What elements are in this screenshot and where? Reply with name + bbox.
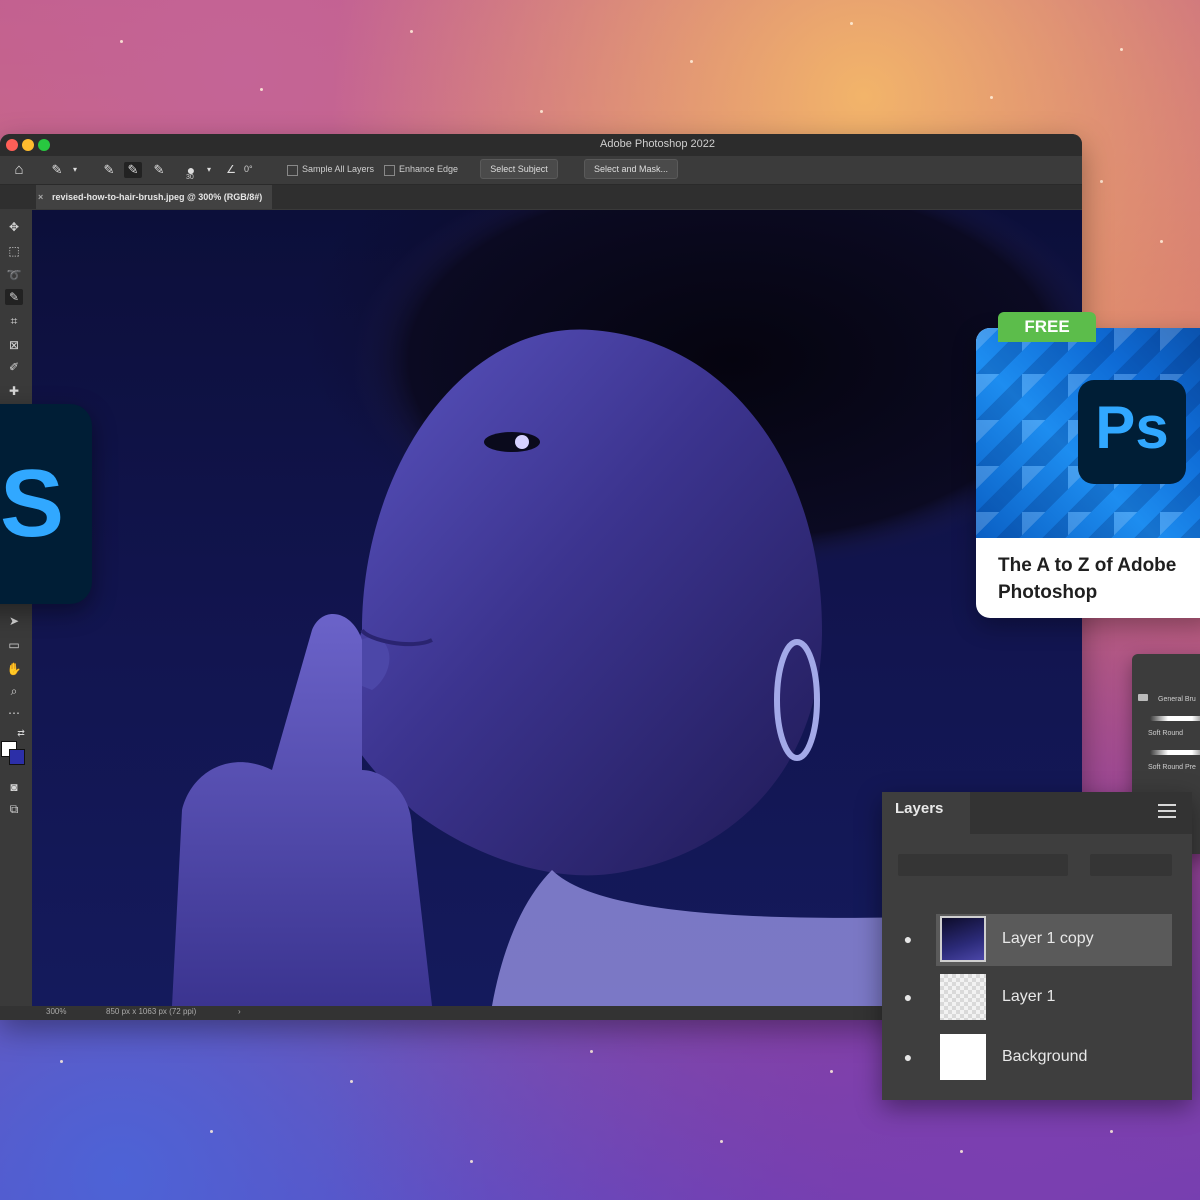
sample-all-layers-label: Sample All Layers (302, 164, 375, 174)
photoshop-app-icon: S (0, 404, 92, 604)
sparkle (850, 22, 853, 25)
tools-panel: ✥ ⬚ ➰ ✎ ⌗ ⊠ ✐ ✚ ➤ ▭ ✋ ⌕ ⋯ ⇄ ◙ ⧉ (0, 209, 30, 1020)
layer-name: Layer 1 (1002, 988, 1056, 1005)
visibility-eye-icon[interactable]: ● (898, 1050, 918, 1064)
sparkle (260, 88, 263, 91)
visibility-eye-icon[interactable]: ● (898, 932, 918, 946)
sparkle (120, 40, 123, 43)
zoom-level[interactable]: 300% (46, 1007, 66, 1016)
screen-mode-icon[interactable]: ⧉ (5, 801, 23, 817)
sparkle (1160, 240, 1163, 243)
enhance-edge-checkbox[interactable] (384, 165, 395, 176)
minimize-window-button[interactable] (22, 139, 34, 151)
title-bar: Adobe Photoshop 2022 (0, 134, 1082, 156)
course-card-title: The A to Z of Adobe Photoshop (998, 555, 1177, 603)
sparkle (410, 30, 413, 33)
enhance-edge-label: Enhance Edge (399, 164, 459, 174)
sparkle (470, 1160, 473, 1163)
select-subject-button[interactable]: Select Subject (480, 159, 558, 179)
layer-thumbnail (940, 974, 986, 1020)
document-info: 850 px x 1063 px (72 ppi) (106, 1007, 197, 1016)
layer-thumbnail (940, 916, 986, 962)
layers-panel-title[interactable]: Layers (895, 800, 943, 817)
layer-name: Layer 1 copy (1002, 930, 1094, 947)
folder-icon (1138, 694, 1148, 701)
move-tool-icon[interactable]: ✥ (5, 219, 23, 235)
brush-size-value: 30 (186, 174, 194, 181)
sparkle (350, 1080, 353, 1083)
chevron-down-icon[interactable]: ▾ (200, 162, 218, 178)
close-window-button[interactable] (6, 139, 18, 151)
layer-filter-bar[interactable] (898, 854, 1068, 876)
sparkle (720, 1140, 723, 1143)
options-bar: ⌂ ✎ ▾ ✎ ✎ ✎ ● 30 ▾ ∠ 0° Sample All Layer… (0, 156, 1082, 185)
sparkle (690, 60, 693, 63)
home-icon[interactable]: ⌂ (10, 162, 28, 178)
quick-selection-tool-icon[interactable]: ✎ (5, 289, 23, 305)
add-to-selection-icon[interactable]: ✎ (124, 162, 142, 178)
brush-name[interactable]: Soft Round Pre (1148, 764, 1196, 771)
course-card[interactable]: Ps The A to Z of Adobe Photoshop (976, 328, 1200, 618)
layer-name: Background (1002, 1048, 1088, 1065)
blend-mode-select[interactable] (1090, 854, 1172, 876)
layers-panel: Layers ● Layer 1 copy ● Layer 1 ● Backgr… (882, 792, 1192, 1100)
sparkle (590, 1050, 593, 1053)
sparkle (1100, 180, 1103, 183)
layers-panel-header: Layers (882, 792, 1192, 834)
zoom-window-button[interactable] (38, 139, 50, 151)
layer-row[interactable]: ● Background (882, 1030, 1192, 1086)
layer-row[interactable]: ● Layer 1 (882, 970, 1192, 1026)
select-and-mask-button[interactable]: Select and Mask... (584, 159, 678, 179)
quick-selection-tool-preset-icon[interactable]: ✎ (48, 162, 66, 178)
sparkle (960, 1150, 963, 1153)
photoshop-logo-icon: Ps (1078, 380, 1186, 484)
panel-menu-icon[interactable] (1158, 804, 1176, 818)
document-tab-bar: × revised-how-to-hair-brush.jpeg @ 300% … (0, 185, 1082, 209)
more-tools-icon[interactable]: ⋯ (5, 705, 23, 721)
healing-brush-tool-icon[interactable]: ✚ (5, 383, 23, 399)
angle-value[interactable]: 0° (244, 164, 253, 174)
free-badge: FREE (998, 312, 1096, 342)
photoshop-app-icon-letter: S (0, 450, 65, 557)
close-tab-icon[interactable]: × (38, 185, 43, 209)
rectangle-tool-icon[interactable]: ▭ (5, 637, 23, 653)
sparkle (540, 110, 543, 113)
sparkle (1120, 48, 1123, 51)
window-title: Adobe Photoshop 2022 (600, 138, 715, 150)
swap-colors-icon[interactable]: ⇄ (12, 725, 30, 741)
document-tab[interactable]: × revised-how-to-hair-brush.jpeg @ 300% … (36, 185, 273, 209)
brush-stroke-preview[interactable] (1150, 716, 1200, 721)
eyedropper-tool-icon[interactable]: ✐ (5, 359, 23, 375)
sparkle (990, 96, 993, 99)
layer-row[interactable]: ● Layer 1 copy (882, 912, 1192, 968)
path-selection-tool-icon[interactable]: ➤ (5, 613, 23, 629)
marquee-tool-icon[interactable]: ⬚ (5, 243, 23, 259)
hand-tool-icon[interactable]: ✋ (5, 661, 23, 677)
layer-thumbnail (940, 1034, 986, 1080)
course-card-artwork: Ps (976, 328, 1200, 538)
photoshop-logo-text: Ps (1095, 394, 1169, 461)
crop-tool-icon[interactable]: ⌗ (5, 313, 23, 329)
sparkle (1110, 1130, 1113, 1133)
sparkle (210, 1130, 213, 1133)
zoom-tool-icon[interactable]: ⌕ (5, 683, 23, 699)
subtract-from-selection-icon[interactable]: ✎ (150, 162, 168, 178)
brush-group-label[interactable]: General Bru (1158, 696, 1196, 703)
background-color-swatch[interactable] (9, 749, 25, 765)
brush-name[interactable]: Soft Round (1148, 730, 1183, 737)
chevron-down-icon[interactable]: ▾ (66, 162, 84, 178)
angle-icon: ∠ (226, 164, 236, 176)
quick-mask-icon[interactable]: ◙ (5, 779, 23, 795)
chevron-right-icon[interactable]: › (238, 1007, 241, 1016)
sample-all-layers-checkbox[interactable] (287, 165, 298, 176)
visibility-eye-icon[interactable]: ● (898, 990, 918, 1004)
sparkle (830, 1070, 833, 1073)
frame-tool-icon[interactable]: ⊠ (5, 337, 23, 353)
sparkle (60, 1060, 63, 1063)
brush-stroke-preview[interactable] (1150, 750, 1200, 755)
document-tab-label: revised-how-to-hair-brush.jpeg @ 300% (R… (52, 192, 263, 202)
new-selection-icon[interactable]: ✎ (100, 162, 118, 178)
lasso-tool-icon[interactable]: ➰ (5, 267, 23, 283)
